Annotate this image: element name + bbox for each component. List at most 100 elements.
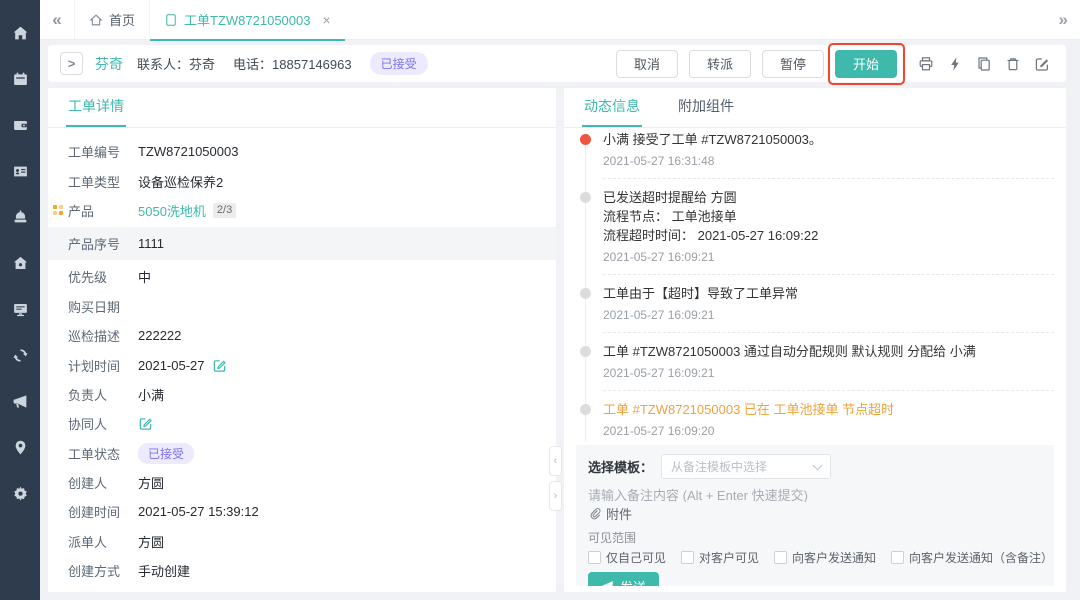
schedule-icon[interactable] [0, 56, 40, 102]
announcement-icon[interactable] [0, 378, 40, 424]
field-value: 设备巡检保养2 [138, 172, 223, 191]
template-label: 选择模板： [588, 457, 653, 476]
edit-icon[interactable] [212, 358, 227, 373]
delete-icon[interactable] [1001, 52, 1025, 76]
send-label: 发送 [620, 577, 646, 586]
field-value: 5050洗地机2/3 [138, 201, 236, 220]
work-order-icon[interactable] [0, 102, 40, 148]
header-icon-actions [909, 52, 1054, 76]
tab-workorder[interactable]: 工单TZW8721050003 × [149, 0, 345, 40]
field-value: 方圆 [138, 532, 164, 551]
tab-home[interactable]: 首页 [74, 0, 149, 40]
transfer-button[interactable]: 转派 [689, 50, 751, 78]
home-outline-icon [89, 13, 103, 27]
field-value: 小满 [138, 385, 164, 404]
paper-plane-icon [601, 580, 614, 586]
timeline-timestamp: 2021-05-27 16:09:21 [603, 250, 1054, 265]
dispatch-icon[interactable] [0, 332, 40, 378]
settings-icon[interactable] [0, 470, 40, 516]
attachment-label: 附件 [606, 504, 632, 523]
copy-icon[interactable] [972, 52, 996, 76]
timeline-timestamp: 2021-05-27 16:31:48 [603, 154, 1054, 169]
timeline-divider [603, 274, 1054, 275]
timeline-item: 工单 #TZW8721050003 已在 工单池接单 节点超时2021-05-2… [580, 400, 1054, 439]
checkbox-icon[interactable] [681, 551, 694, 564]
field-row: 计划时间2021-05-27 [48, 350, 556, 379]
splitter-collapse-handle[interactable]: ‹ [549, 446, 562, 476]
header-actions: 取消 转派 暂停 开始 [605, 50, 1054, 78]
field-value: 1111 [138, 236, 164, 251]
asset-icon[interactable] [0, 424, 40, 470]
activity-tabs: 动态信息 附加组件 [564, 88, 1066, 128]
timeline-divider [603, 332, 1054, 333]
visibility-options: 仅自己可见对客户可见向客户发送通知向客户发送通知（含备注） [588, 549, 1042, 566]
workorder-header: > 芬奇 联系人：芬奇 电话：18857146963 已接受 取消 转派 暂停 … [48, 45, 1066, 82]
field-value: 2021-05-27 15:39:12 [138, 504, 259, 519]
tab-home-label: 首页 [109, 10, 135, 29]
print-icon[interactable] [914, 52, 938, 76]
device-monitor-icon[interactable] [0, 286, 40, 332]
visibility-checkbox-1[interactable]: 仅自己可见 [588, 549, 666, 566]
workorder-status-badge: 已接受 [138, 443, 194, 464]
field-value: 中 [138, 267, 151, 286]
cancel-button[interactable]: 取消 [616, 50, 678, 78]
field-value-text: 2021-05-27 15:39:12 [138, 504, 259, 519]
visibility-checkbox-2[interactable]: 对客户可见 [681, 549, 759, 566]
timeline-text: 已发送超时提醒给 方圆 [603, 188, 1054, 207]
field-value: 2021-05-27 [138, 358, 227, 373]
field-row: 巡检描述222222 [48, 321, 556, 350]
timeline-text: 流程超时时间： 2021-05-27 16:09:22 [603, 226, 1054, 245]
field-value-text: 方圆 [138, 473, 164, 492]
checkbox-icon[interactable] [891, 551, 904, 564]
send-button[interactable]: 发送 [588, 572, 659, 586]
start-button[interactable]: 开始 [835, 50, 897, 78]
document-icon [164, 13, 178, 27]
field-row: 负责人小满 [48, 380, 556, 409]
timeline-dot [580, 192, 591, 203]
checkbox-icon[interactable] [774, 551, 787, 564]
detail-tabs: 工单详情 [48, 88, 556, 128]
splitter-expand-handle[interactable]: › [549, 481, 562, 511]
product-link[interactable]: 5050洗地机 [138, 201, 206, 220]
visibility-label: 可见范围 [588, 529, 1042, 546]
visibility-checkbox-3[interactable]: 向客户发送通知 [774, 549, 876, 566]
product-icon[interactable] [0, 240, 40, 286]
automation-icon[interactable] [943, 52, 967, 76]
activity-panel: 动态信息 附加组件 小满 接受了工单 #TZW8721050003。2021-0… [564, 88, 1066, 592]
field-row: 工单状态已接受 [48, 439, 556, 468]
expand-detail-button[interactable]: > [60, 52, 83, 75]
tab-activity-info[interactable]: 动态信息 [584, 96, 640, 127]
tab-close-icon[interactable]: × [322, 12, 330, 28]
tab-attachments[interactable]: 附加组件 [678, 96, 734, 127]
visibility-checkbox-4[interactable]: 向客户发送通知（含备注） [891, 549, 1053, 566]
field-label: 创建方式 [68, 561, 138, 580]
note-input[interactable] [588, 485, 1042, 502]
field-value: 手动创建 [138, 561, 190, 580]
field-value-text: 方圆 [138, 532, 164, 551]
pause-button[interactable]: 暂停 [762, 50, 824, 78]
service-desk-icon[interactable] [0, 194, 40, 240]
checkbox-icon[interactable] [588, 551, 601, 564]
tabs-scroll-left-icon[interactable]: « [40, 10, 74, 30]
tab-workorder-detail[interactable]: 工单详情 [68, 96, 124, 127]
field-value: TZW8721050003 [138, 144, 238, 159]
field-label: 计划时间 [68, 356, 138, 375]
tabs-scroll-right-icon[interactable]: » [1059, 10, 1068, 30]
attachment-button[interactable]: 附件 [588, 504, 1042, 523]
field-value: 222222 [138, 328, 181, 343]
detail-fields: 工单编号TZW8721050003工单类型设备巡检保养2产品5050洗地机2/3… [48, 128, 556, 585]
customer-icon[interactable] [0, 148, 40, 194]
field-row: 创建方式手动创建 [48, 556, 556, 585]
home-icon[interactable] [0, 10, 40, 56]
field-value-text: 222222 [138, 328, 181, 343]
field-label: 创建人 [68, 473, 138, 492]
field-label: 创建时间 [68, 502, 138, 521]
field-label: 优先级 [68, 267, 138, 286]
field-label: 派单人 [68, 532, 138, 551]
edit-icon[interactable] [1030, 52, 1054, 76]
timeline-item: 工单由于【超时】导致了工单异常2021-05-27 16:09:21 [580, 284, 1054, 323]
template-select[interactable]: 从备注模板中选择 [661, 454, 831, 479]
timeline-dot [580, 288, 591, 299]
edit-icon[interactable] [138, 416, 153, 431]
customer-name[interactable]: 芬奇 [95, 54, 123, 74]
